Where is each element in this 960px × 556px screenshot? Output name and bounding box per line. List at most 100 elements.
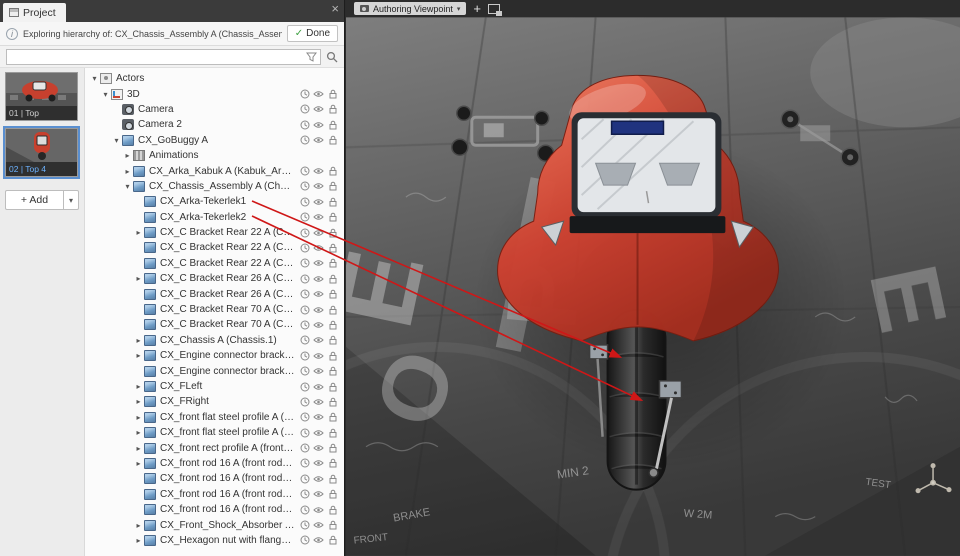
authoring-viewpoint-dropdown[interactable]: Authoring Viewpoint ▾ [354,2,467,15]
lock-icon[interactable] [327,335,338,345]
history-icon[interactable] [299,366,310,376]
lock-icon[interactable] [327,166,338,176]
expand-arrow-icon[interactable]: ▸ [133,444,144,453]
lock-icon[interactable] [327,289,338,299]
lock-icon[interactable] [327,520,338,530]
capture-viewpoint-icon[interactable] [488,3,502,16]
tree-row[interactable]: ▸ CX_front flat steel profile A (front fl… [85,410,344,425]
filter-icon[interactable] [306,52,317,62]
tree-row[interactable]: Camera [85,102,344,117]
lock-icon[interactable] [327,197,338,207]
lock-icon[interactable] [327,505,338,515]
lock-icon[interactable] [327,397,338,407]
history-icon[interactable] [299,474,310,484]
tree-row[interactable]: ▸ CX_front rect profile A (front rect pro… [85,440,344,455]
eye-icon[interactable] [313,505,324,515]
tree-row[interactable]: ▸ CX_Chassis A (Chassis.1) [85,333,344,348]
expand-arrow-icon[interactable]: ▸ [133,228,144,237]
eye-icon[interactable] [313,366,324,376]
eye-icon[interactable] [313,443,324,453]
eye-icon[interactable] [313,520,324,530]
expand-arrow-icon[interactable]: ▸ [133,459,144,468]
history-icon[interactable] [299,120,310,130]
search-icon[interactable] [326,51,338,63]
tree-row[interactable]: CX_Arka-Tekerlek1 [85,194,344,209]
tree-row[interactable]: ▸ Animations [85,148,344,163]
history-icon[interactable] [299,212,310,222]
history-icon[interactable] [299,382,310,392]
history-icon[interactable] [299,258,310,268]
tab-project[interactable]: Project [3,3,66,22]
lock-icon[interactable] [327,305,338,315]
add-viewpoint-dropdown-caret[interactable]: ▾ [64,190,79,210]
history-icon[interactable] [299,535,310,545]
tree-row[interactable]: ▸ CX_Hexagon nut with flange - Product gr… [85,533,344,548]
eye-icon[interactable] [313,228,324,238]
eye-icon[interactable] [313,351,324,361]
lock-icon[interactable] [327,535,338,545]
lock-icon[interactable] [327,428,338,438]
history-icon[interactable] [299,458,310,468]
3d-viewport-canvas[interactable]: E O P E SAFE LO MIN 2 W 2M BRAKE FRONT T… [346,17,960,556]
expand-arrow-icon[interactable]: ▸ [122,167,133,176]
eye-icon[interactable] [313,535,324,545]
expand-arrow-icon[interactable]: ▸ [133,397,144,406]
eye-icon[interactable] [313,181,324,191]
history-icon[interactable] [299,274,310,284]
eye-icon[interactable] [313,305,324,315]
history-icon[interactable] [299,166,310,176]
lock-icon[interactable] [327,458,338,468]
history-icon[interactable] [299,520,310,530]
history-icon[interactable] [299,228,310,238]
lock-icon[interactable] [327,89,338,99]
tree-row[interactable]: CX_front rod 16 A (front rod 16.4) [85,502,344,517]
lock-icon[interactable] [327,104,338,114]
tree-row[interactable]: ▸ CX_front flat steel profile A (front fl… [85,425,344,440]
history-icon[interactable] [299,197,310,207]
lock-icon[interactable] [327,366,338,376]
tree-row[interactable]: ▸ CX_C Bracket Rear 22 A (C Bracket Rear … [85,225,344,240]
eye-icon[interactable] [313,258,324,268]
lock-icon[interactable] [327,258,338,268]
eye-icon[interactable] [313,212,324,222]
tree-row[interactable]: CX_front rod 16 A (front rod 16.3) [85,487,344,502]
eye-icon[interactable] [313,412,324,422]
tree-row[interactable]: CX_C Bracket Rear 70 A (C Bracket Rear 7… [85,317,344,332]
tree-row[interactable]: ▾ 3D [85,86,344,101]
lock-icon[interactable] [327,120,338,130]
expand-arrow-icon[interactable]: ▸ [133,382,144,391]
close-panel-icon[interactable]: × [331,2,339,15]
history-icon[interactable] [299,443,310,453]
eye-icon[interactable] [313,335,324,345]
tree-row[interactable]: ▾ CX_GoBuggy A [85,133,344,148]
history-icon[interactable] [299,305,310,315]
done-button[interactable]: ✓ Done [286,25,338,42]
history-icon[interactable] [299,412,310,422]
collapse-arrow-icon[interactable]: ▾ [100,90,111,99]
history-icon[interactable] [299,335,310,345]
history-icon[interactable] [299,505,310,515]
tree-row[interactable]: ▾ CX_Chassis_Assembly A (Chassis_Assembly… [85,179,344,194]
tree-row[interactable]: CX_C Bracket Rear 70 A (C Bracket Rear 7… [85,302,344,317]
viewpoint-thumbnail-2[interactable]: 02 | Top 4 [3,126,80,179]
viewpoint-thumbnail-1[interactable]: 01 | Top [5,72,78,121]
history-icon[interactable] [299,289,310,299]
eye-icon[interactable] [313,166,324,176]
expand-arrow-icon[interactable]: ▸ [133,428,144,437]
lock-icon[interactable] [327,212,338,222]
history-icon[interactable] [299,397,310,407]
tree-row[interactable]: CX_C Bracket Rear 26 A (C Bracket Rear 2… [85,286,344,301]
tree-row[interactable]: CX_Engine connector bracket A (Engine co… [85,363,344,378]
expand-arrow-icon[interactable]: ▸ [133,413,144,422]
history-icon[interactable] [299,104,310,114]
expand-arrow-icon[interactable]: ▸ [122,151,133,160]
eye-icon[interactable] [313,243,324,253]
lock-icon[interactable] [327,181,338,191]
lock-icon[interactable] [327,351,338,361]
lock-icon[interactable] [327,243,338,253]
eye-icon[interactable] [313,320,324,330]
tree-row[interactable]: ▸ CX_FRight [85,394,344,409]
collapse-arrow-icon[interactable]: ▾ [122,182,133,191]
lock-icon[interactable] [327,320,338,330]
expand-arrow-icon[interactable]: ▸ [133,521,144,530]
